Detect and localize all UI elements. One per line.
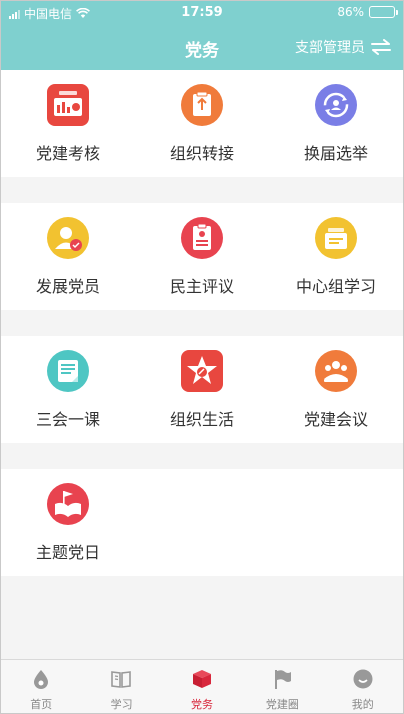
menu-item-party-assessment[interactable]: 党建考核 bbox=[1, 70, 135, 177]
menu-item-label: 中心组学习 bbox=[295, 277, 376, 296]
menu-item-label: 主题党日 bbox=[35, 543, 100, 562]
menu-item-org-transfer[interactable]: 组织转接 bbox=[135, 70, 269, 177]
menu-item-theme-party-day[interactable]: 主题党日 bbox=[1, 469, 135, 576]
menu-item-label: 三会一课 bbox=[35, 410, 100, 429]
tab-party-affairs[interactable]: 党务 bbox=[162, 660, 242, 714]
menu-item-org-life[interactable]: 组织生活 bbox=[135, 336, 269, 443]
conference-people-icon bbox=[315, 350, 357, 392]
menu-item-democratic-review[interactable]: 民主评议 bbox=[135, 203, 269, 310]
menu-row-3: 三会一课 组织生活 党建会议 bbox=[1, 336, 403, 443]
menu-row-1: 党建考核 组织转接 换届选举 bbox=[1, 70, 403, 177]
party-cube-icon bbox=[192, 670, 211, 688]
tab-label: 首页 bbox=[30, 698, 53, 711]
battery-icon bbox=[369, 6, 398, 18]
role-label: 支部管理员 bbox=[295, 40, 365, 56]
transfer-clipboard-icon bbox=[181, 84, 223, 126]
menu-row-4: 主题党日 bbox=[1, 469, 403, 576]
battery-percent: 86% bbox=[337, 5, 364, 19]
tab-label: 我的 bbox=[351, 698, 374, 711]
tab-mine[interactable]: 我的 bbox=[323, 660, 403, 714]
star-party-icon bbox=[181, 350, 223, 392]
menu-item-label: 党建会议 bbox=[303, 410, 368, 429]
menu-item-develop-members[interactable]: 发展党员 bbox=[1, 203, 135, 310]
theme-day-book-icon bbox=[47, 483, 89, 525]
home-drop-icon bbox=[34, 670, 48, 689]
menu-row-2: 发展党员 民主评议 中心组学习 bbox=[1, 203, 403, 310]
menu-item-central-group-study[interactable]: 中心组学习 bbox=[269, 203, 403, 310]
assessment-chart-icon bbox=[47, 84, 89, 126]
status-bar: 中国电信 17:59 86% bbox=[1, 1, 403, 23]
tab-study[interactable]: 学习 bbox=[81, 660, 161, 714]
menu-item-label: 换届选举 bbox=[303, 144, 368, 163]
menu-item-three-meetings[interactable]: 三会一课 bbox=[1, 336, 135, 443]
header: 中国电信 17:59 86% 党务 支部管理员 bbox=[1, 1, 403, 70]
study-folder-icon bbox=[315, 217, 357, 259]
study-book-icon bbox=[111, 671, 132, 688]
bottom-tab-bar: 首页 学习 党务 党建圈 我的 bbox=[1, 659, 403, 713]
menu-item-label: 民主评议 bbox=[169, 277, 234, 296]
menu-item-label: 发展党员 bbox=[35, 277, 100, 296]
tab-label: 党建圈 bbox=[265, 698, 299, 711]
tab-home[interactable]: 首页 bbox=[1, 660, 81, 714]
menu-item-label: 组织生活 bbox=[169, 410, 234, 429]
election-refresh-icon bbox=[315, 84, 357, 126]
tab-label: 党务 bbox=[190, 698, 213, 711]
review-document-icon bbox=[181, 217, 223, 259]
member-badge-icon bbox=[47, 217, 89, 259]
tab-label: 学习 bbox=[110, 698, 133, 711]
navigation-bar: 党务 支部管理员 bbox=[1, 23, 403, 70]
meeting-notes-icon bbox=[47, 350, 89, 392]
profile-face-icon bbox=[353, 669, 373, 689]
tab-party-circle[interactable]: 党建圈 bbox=[242, 660, 322, 714]
menu-item-party-meeting[interactable]: 党建会议 bbox=[269, 336, 403, 443]
role-switch-button[interactable]: 支部管理员 bbox=[295, 37, 391, 57]
menu-item-election[interactable]: 换届选举 bbox=[269, 70, 403, 177]
swap-arrows-icon bbox=[371, 39, 391, 55]
menu-item-label: 组织转接 bbox=[169, 144, 234, 163]
menu-item-label: 党建考核 bbox=[35, 144, 100, 163]
flag-icon bbox=[275, 670, 292, 689]
